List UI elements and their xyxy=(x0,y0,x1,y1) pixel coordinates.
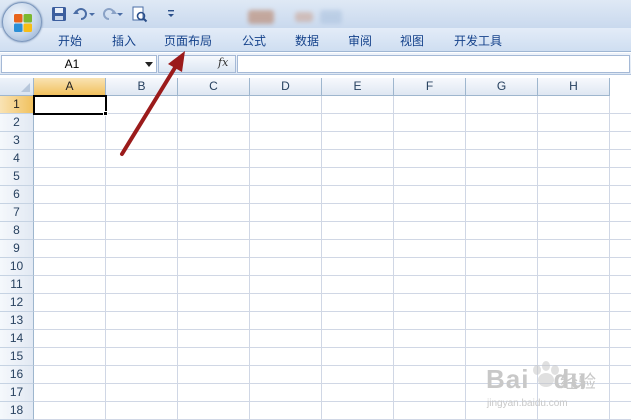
watermark-url: jingyan.baidu.com xyxy=(487,398,568,409)
watermark-cn-text: 经验 xyxy=(560,372,596,393)
